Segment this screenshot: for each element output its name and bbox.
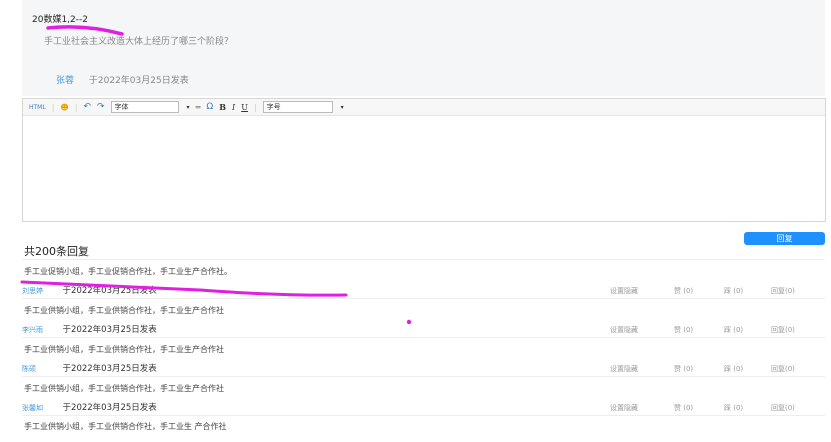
annotation-marks [20,25,412,325]
annotation-stroke [20,280,348,297]
annotation-stroke [46,25,124,36]
annotation-dot [406,319,412,325]
